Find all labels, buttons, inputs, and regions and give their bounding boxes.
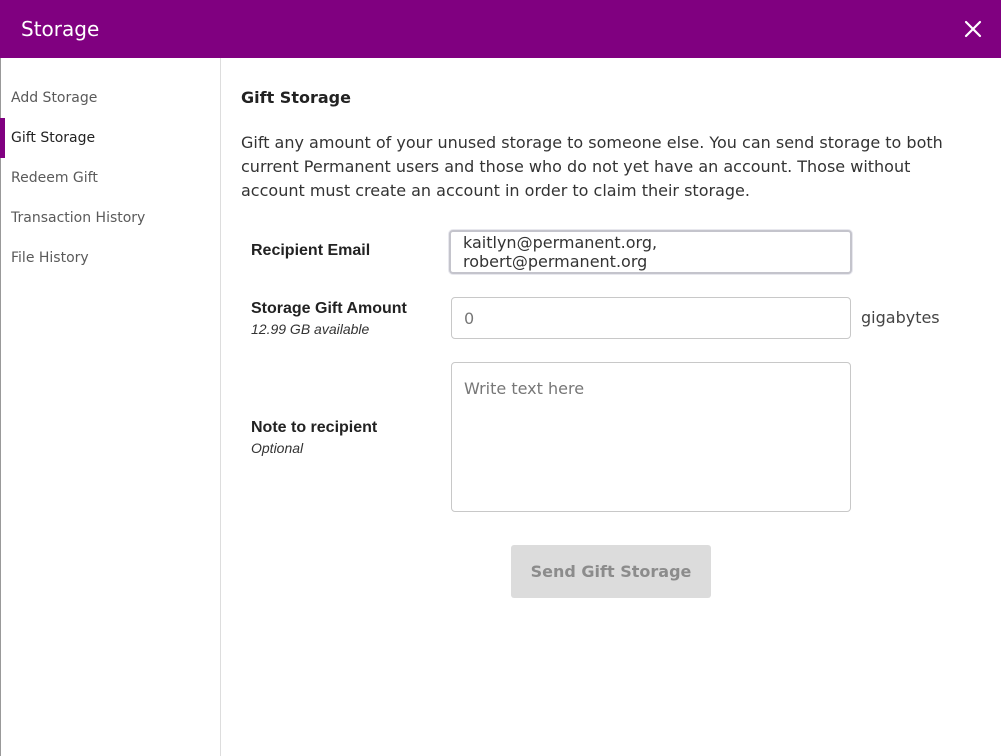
available-storage-text: 12.99 GB available	[251, 321, 370, 337]
close-button[interactable]	[961, 17, 985, 41]
modal-title: Storage	[21, 17, 100, 41]
note-placeholder: Write text here	[464, 379, 585, 398]
recipient-email-field[interactable]: kaitlyn@permanent.org, robert@permanent.…	[449, 230, 852, 274]
sidebar-item-label: Redeem Gift	[11, 170, 98, 186]
modal-header: Storage	[0, 0, 1001, 58]
note-textarea[interactable]: Write text here	[451, 362, 851, 512]
sidebar-item-label: File History	[11, 250, 89, 266]
amount-label-group: Storage Gift Amount 12.99 GB available	[251, 300, 407, 337]
sidebar-item-add-storage[interactable]: Add Storage	[1, 78, 220, 118]
recipient-label-group: Recipient Email	[251, 242, 370, 260]
main-panel: Gift Storage Gift any amount of your unu…	[241, 58, 981, 598]
recipient-email-value: kaitlyn@permanent.org, robert@permanent.…	[463, 233, 658, 271]
sidebar-item-gift-storage[interactable]: Gift Storage	[0, 118, 220, 158]
sidebar-item-label: Transaction History	[11, 210, 146, 226]
sidebar-item-redeem-gift[interactable]: Redeem Gift	[1, 158, 220, 198]
sidebar-item-label: Add Storage	[11, 90, 98, 106]
send-gift-storage-button[interactable]: Send Gift Storage	[511, 545, 711, 598]
unit-label: gigabytes	[861, 308, 940, 327]
recipient-email-label: Recipient Email	[251, 242, 371, 259]
gift-amount-label: Storage Gift Amount	[251, 300, 407, 317]
description-text: Gift any amount of your unused storage t…	[241, 133, 943, 200]
sidebar: Add Storage Gift Storage Redeem Gift Tra…	[0, 58, 221, 756]
note-optional-text: Optional	[251, 440, 304, 456]
gift-amount-field[interactable]: 0	[451, 297, 851, 339]
note-label: Note to recipient	[251, 419, 378, 436]
close-icon	[964, 20, 982, 38]
page-title: Gift Storage	[241, 88, 351, 107]
note-label-group: Note to recipient Optional	[251, 419, 377, 456]
sidebar-item-file-history[interactable]: File History	[1, 238, 220, 278]
sidebar-item-transaction-history[interactable]: Transaction History	[1, 198, 220, 238]
gift-amount-placeholder: 0	[464, 308, 475, 328]
sidebar-item-label: Gift Storage	[11, 130, 96, 146]
